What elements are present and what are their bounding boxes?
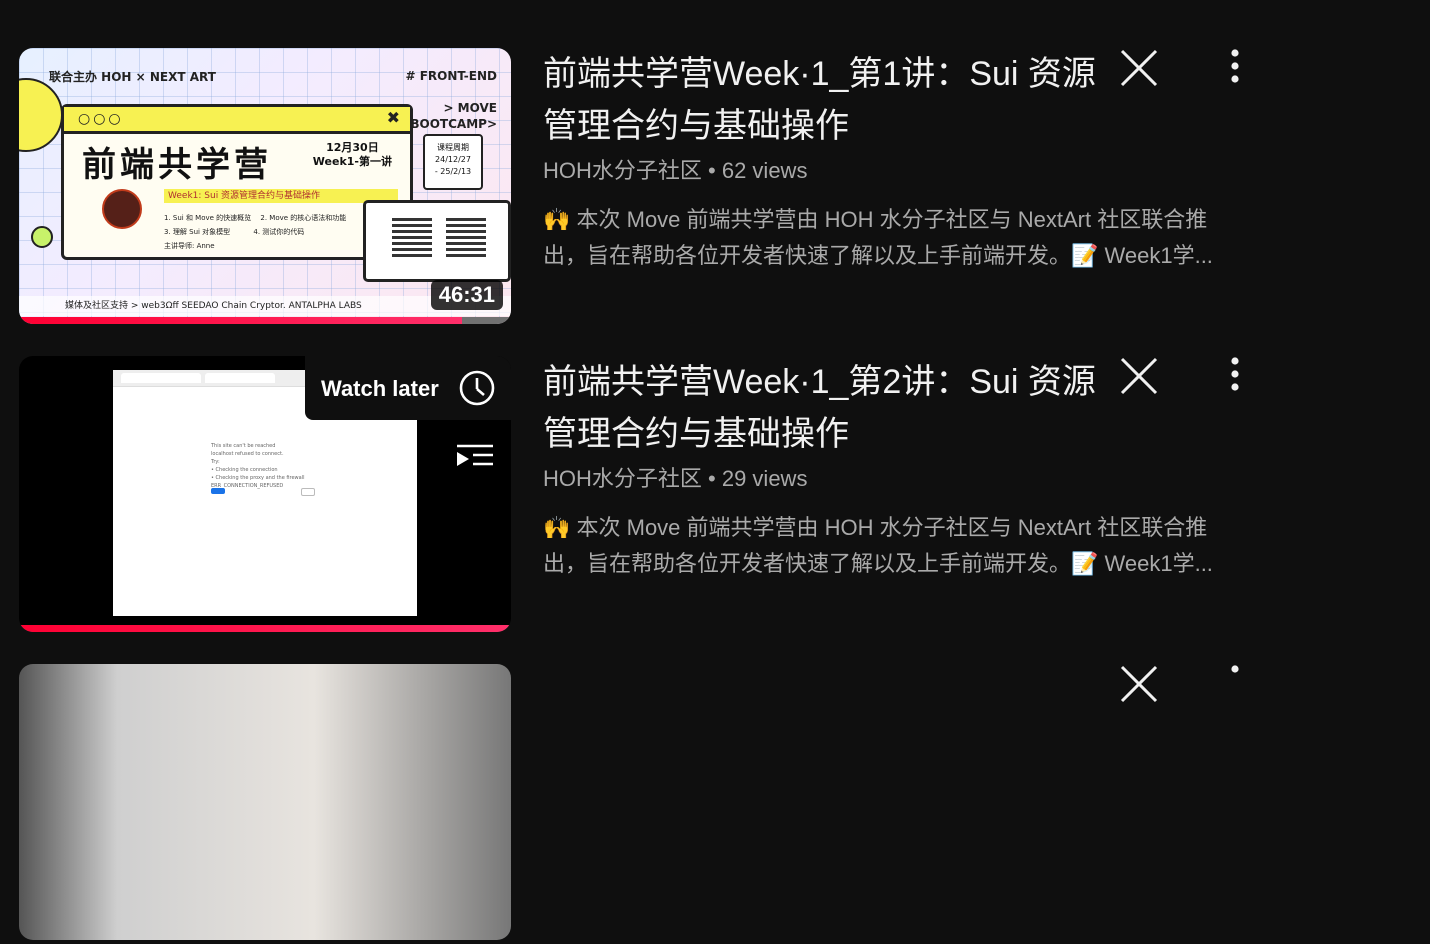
video-thumbnail[interactable]: 联合主办 HOH × NEXT ART # FRONT-END > MOVE B… [19,48,511,324]
channel-name[interactable]: HOH水分子社区 [543,466,702,491]
video-meta: HOH水分子社区 • 62 views [543,154,1103,188]
video-meta: HOH水分子社区 • 29 views [543,462,1103,496]
dismiss-button[interactable] [1116,48,1162,94]
video-title[interactable]: 前端共学营Week·1_第2讲：Sui 资源管理合约与基础操作 [543,356,1103,460]
thumbnail-tag: BOOTCAMP> [410,117,497,131]
error-line: • Checking the connection [211,467,278,473]
window-dots: ○○○ [78,111,124,127]
qr-code-box [363,200,511,282]
dismiss-button[interactable] [1116,356,1162,402]
calendar-line: 课程周期 [437,143,469,152]
error-line: Try: [211,459,220,465]
browser-tab [205,373,275,383]
more-vert-icon [1231,665,1239,673]
video-thumbnail[interactable] [19,664,511,940]
thumbnail-panel: ○○○ ✖ 前端共学营 12月30日 Week1-第一讲 Week1: Sui … [61,104,413,260]
more-actions-button[interactable] [1222,356,1248,402]
watch-progress-fill [19,317,462,324]
description-line: 出，旨在帮助各位开发者快速了解以及上手前端开发。📝 Week1学... [543,551,1213,576]
qr-code [392,217,432,257]
close-icon [1120,49,1158,87]
view-count: 29 views [721,466,808,491]
thumbnail-title: 前端共学营 [82,145,272,185]
thumbnail-tags: # FRONT-END > MOVE BOOTCAMP> [405,68,497,132]
video-item[interactable]: 联合主办 HOH × NEXT ART # FRONT-END > MOVE B… [0,48,1430,328]
watch-later-label: Watch later [321,376,439,401]
more-actions-button[interactable] [1222,664,1248,710]
add-to-queue-button[interactable] [455,442,495,472]
video-info: 前端共学营Week·1_第1讲：Sui 资源管理合约与基础操作 HOH水分子社区… [543,48,1103,188]
qr-code [446,217,486,257]
view-count: 62 views [721,158,808,183]
panel-header: ○○○ ✖ [64,107,410,134]
thumbnail-date-line: 12月30日 [326,141,379,154]
more-vert-icon [1231,49,1239,83]
error-page-text: This site can't be reached localhost ref… [211,442,304,490]
thumbnail-topic-line: 主讲导师: Anne [164,242,215,250]
queue-icon [457,444,493,466]
thumbnail-date-line: Week1-第一讲 [312,155,392,168]
error-line: ERR_CONNECTION_REFUSED [211,483,284,489]
thumbnail-topic-line: 3. 理解 Sui 对象模型 4. 测试你的代码 [164,228,305,236]
dismiss-button[interactable] [1116,664,1162,710]
details-button-preview [301,488,315,496]
video-description: 🙌 本次 Move 前端共学营由 HOH 水分子社区与 NextArt 社区联合… [543,510,1273,582]
watch-later-button[interactable]: Watch later [305,356,511,420]
thumbnail-topic-line: 1. Sui 和 Move 的快速概览 2. Move 的核心语法和功能 [164,214,347,222]
description-line: 🙌 本次 Move 前端共学营由 HOH 水分子社区与 NextArt 社区联合… [543,207,1208,232]
calendar-line: 24/12/27 [435,155,471,164]
browser-tab [121,373,201,383]
video-thumbnail[interactable]: This site can't be reached localhost ref… [19,356,511,632]
speaker-avatar [102,189,142,229]
meta-separator: • [708,158,716,183]
thumbnail-calendar: 课程周期 24/12/27 - 25/2/13 [423,134,483,190]
meta-separator: • [708,466,716,491]
thumbnail-week-strip: Week1: Sui 资源管理合约与基础操作 [164,189,398,203]
thumbnail-tag: # FRONT-END [405,69,497,83]
error-line: • Checking the proxy and the firewall [211,475,305,481]
reload-button-preview [211,488,225,494]
more-vert-icon [1231,357,1239,391]
video-title[interactable]: 前端共学营Week·1_第1讲：Sui 资源管理合约与基础操作 [543,48,1103,152]
calendar-line: - 25/2/13 [434,167,472,176]
description-line: 🙌 本次 Move 前端共学营由 HOH 水分子社区与 NextArt 社区联合… [543,515,1208,540]
error-line: localhost refused to connect. [211,451,284,457]
error-line: This site can't be reached [211,443,276,449]
thumbnail-date: 12月30日 Week1-第一讲 [313,141,392,169]
thumbnail-tag: > MOVE [443,101,497,115]
more-actions-button[interactable] [1222,48,1248,94]
video-info: 前端共学营Week·1_第2讲：Sui 资源管理合约与基础操作 HOH水分子社区… [543,356,1103,496]
thumbnail-decoration [31,226,53,248]
video-description: 🙌 本次 Move 前端共学营由 HOH 水分子社区与 NextArt 社区联合… [543,202,1273,274]
duration-badge: 46:31 [430,280,503,310]
thumbnail-topics: 1. Sui 和 Move 的快速概览 2. Move 的核心语法和功能 3. … [164,211,346,253]
close-icon [1120,357,1158,395]
watch-progress-fill [19,625,511,632]
window-close-mark: ✖ [386,108,400,127]
watch-progress-bar [19,625,511,632]
thumbnail-org-label: 联合主办 HOH × NEXT ART [49,70,216,84]
close-icon [1120,665,1158,703]
channel-name[interactable]: HOH水分子社区 [543,158,702,183]
video-item[interactable]: This site can't be reached localhost ref… [0,356,1430,636]
clock-icon [459,370,495,406]
watch-progress-bar [19,317,511,324]
video-item[interactable] [0,664,1430,944]
description-line: 出，旨在帮助各位开发者快速了解以及上手前端开发。📝 Week1学... [543,243,1213,268]
